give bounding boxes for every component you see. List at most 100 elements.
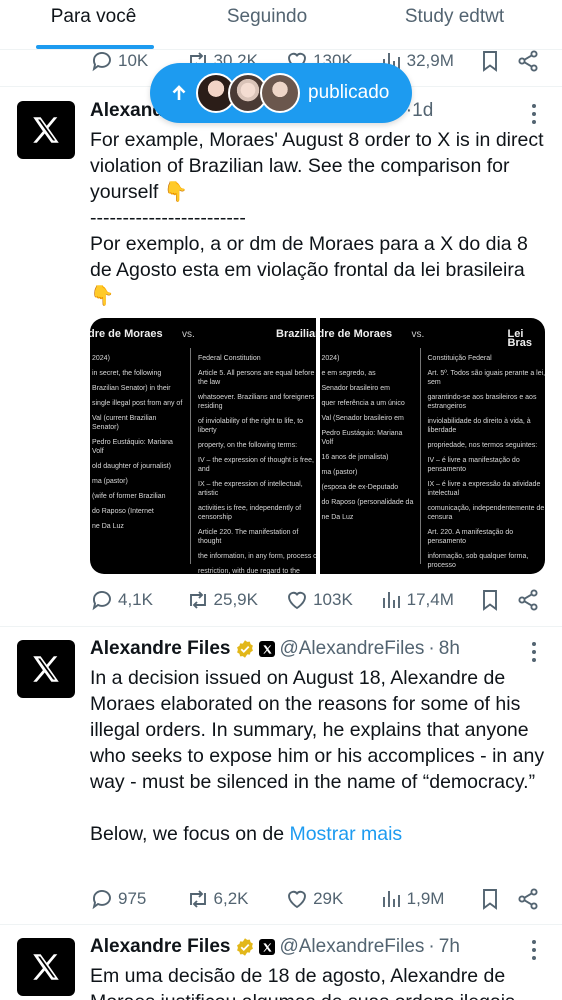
views-icon: [382, 891, 400, 907]
tab-label: Study edtwt: [404, 6, 505, 27]
show-more-link[interactable]: Mostrar mais: [289, 823, 402, 845]
media-vs: vs.: [411, 329, 425, 340]
repost-button[interactable]: 6,2K: [186, 887, 286, 911]
views-count: 1,9M: [406, 889, 445, 908]
tab-study-edtwt[interactable]: Study edtwt: [347, 0, 562, 49]
media-title-left: dre de Moraes: [90, 328, 163, 340]
media-text-line: IV – é livre a manifestação do pensament…: [427, 457, 520, 473]
media-text-line: (wife of former Brazilian: [92, 493, 166, 500]
media-text-line: 2024): [321, 355, 340, 362]
media-text-line: the information, in any form, process or: [198, 553, 316, 560]
reply-icon: [92, 52, 111, 72]
author-name[interactable]: Alexandre Files: [90, 638, 230, 660]
reply-count: 4,1K: [118, 590, 153, 609]
more-icon[interactable]: [526, 104, 542, 124]
repost-button[interactable]: 25,9K: [186, 588, 286, 612]
media-divider: [419, 348, 421, 564]
media-text-line: Federal Constitution: [198, 355, 261, 362]
media-text-line: whatsoever. Brazilians and foreigners re…: [198, 394, 315, 410]
author-handle[interactable]: @AlexandreFiles: [279, 638, 424, 660]
media-text-line: Article 220. The manifestation of though…: [198, 529, 299, 545]
media-text-line: ne Da Luz: [92, 523, 124, 530]
divider: [0, 924, 562, 925]
media-text-line: in secret, the following: [92, 370, 162, 377]
tweet-text-translation: Por exemplo, a or dm de Moraes para a X …: [90, 233, 528, 307]
media-text-line: Val (current Brazilian Senator): [92, 415, 157, 431]
avatar[interactable]: [17, 101, 75, 159]
media-text-line: e em segredo, as: [321, 370, 376, 377]
like-icon: [288, 890, 307, 909]
media-text-line: Pedro Eustáquio: Mariana Volf: [321, 430, 403, 446]
media-text-line: ma (pastor): [321, 469, 358, 476]
views-count: 32,9M: [406, 51, 454, 70]
like-count: 29K: [313, 889, 344, 908]
media-text-line: single illegal post from any of: [92, 400, 183, 407]
media-image-english[interactable]: dre de Moraes vs. Brazilian 2024) in secr…: [90, 318, 316, 574]
media-text-line: ne Da Luz: [321, 514, 354, 521]
media-text-line: Article 5. All persons are equal before …: [198, 370, 315, 386]
tweet-text: In a decision issued on August 18, Alexa…: [90, 665, 552, 847]
tweet-text: For example, Moraes' August 8 order to X…: [90, 129, 544, 229]
views-icon: [382, 592, 400, 608]
media-image-portuguese[interactable]: dre de Moraes vs. Lei Bras 2024) e em seg…: [319, 318, 545, 574]
media-text-line: Senador brasileiro em: [321, 385, 390, 392]
views-button[interactable]: 17,4M: [379, 588, 479, 612]
media-text-line: 16 anos de jornalista): [321, 454, 389, 461]
share-button[interactable]: [516, 49, 540, 73]
tweet-media[interactable]: dre de Moraes vs. Brazilian 2024) in secr…: [90, 318, 545, 574]
repost-count: 6,2K: [213, 889, 249, 908]
bookmark-icon: [483, 590, 498, 611]
media-text-line: propriedade, nos termos seguintes:: [427, 442, 538, 449]
share-button[interactable]: [516, 588, 540, 612]
media-title-right: Lei Bras: [507, 328, 532, 349]
media-text-line: property, on the following terms:: [198, 442, 298, 449]
poster-avatars: [196, 73, 300, 113]
tweet-text-content: In a decision issued on August 18, Alexa…: [90, 667, 545, 845]
reply-count: 10K: [118, 51, 149, 70]
repost-icon: [189, 890, 206, 908]
more-icon[interactable]: [526, 940, 542, 960]
more-icon[interactable]: [526, 642, 542, 662]
like-icon: [288, 591, 307, 610]
tab-label: Seguindo: [226, 6, 308, 27]
tweet-time[interactable]: 1d: [412, 100, 433, 122]
media-text-line: restriction, with due regard to the prov…: [198, 568, 300, 574]
bookmark-button[interactable]: [478, 588, 516, 612]
author-handle[interactable]: @AlexandreFiles: [279, 936, 424, 958]
x-affiliate-badge-icon: [259, 641, 276, 657]
media-text-line: old daughter of journalist): [92, 463, 171, 470]
views-button[interactable]: 1,9M: [379, 887, 479, 911]
tab-para-voce[interactable]: Para você: [0, 0, 187, 49]
tab-seguindo[interactable]: Seguindo: [187, 0, 347, 49]
avatar: [260, 73, 300, 113]
like-button[interactable]: 29K: [285, 887, 379, 911]
tweet-time[interactable]: 7h: [439, 936, 460, 958]
media-text-line: Art. 220. A manifestação do pensamento: [427, 529, 514, 545]
media-left-column: 2024) e em segredo, as Senador brasileiro …: [322, 354, 414, 528]
author-name[interactable]: Alexandre Files: [90, 936, 230, 958]
share-button[interactable]: [516, 887, 540, 911]
reply-button[interactable]: 4,1K: [90, 588, 186, 612]
reply-icon: [92, 591, 111, 611]
media-text-line: IX – the expression of intellectual, art…: [198, 481, 303, 497]
like-button[interactable]: 103K: [285, 588, 379, 612]
avatar[interactable]: [17, 938, 75, 996]
tweet-actions: 4,1K 25,9K 103K 17,4M: [90, 585, 540, 615]
reply-count: 975: [118, 889, 147, 908]
new-posts-pill[interactable]: publicado: [150, 63, 412, 123]
bookmark-button[interactable]: [478, 887, 516, 911]
repost-count: 25,9K: [213, 590, 258, 609]
avatar[interactable]: [17, 640, 75, 698]
views-count: 17,4M: [406, 590, 454, 609]
media-text-line: IX – é livre a expressão da atividade in…: [427, 481, 541, 497]
bookmark-button[interactable]: [478, 49, 516, 73]
media-text-line: Val (Senador brasileiro em: [321, 415, 404, 422]
tweet-time[interactable]: 8h: [439, 638, 460, 660]
x-affiliate-badge-icon: [259, 939, 276, 955]
media-text-line: activities is free, independently of cen…: [198, 505, 302, 521]
tweet-header: Alexandre Files @AlexandreFiles · 7h: [90, 934, 460, 960]
media-text-line: garantindo-se aos brasileiros e aos estr…: [427, 394, 537, 410]
reply-button[interactable]: 975: [90, 887, 186, 911]
verified-badge-icon: [237, 938, 254, 956]
media-text-line: quer referência a um único: [321, 400, 405, 407]
